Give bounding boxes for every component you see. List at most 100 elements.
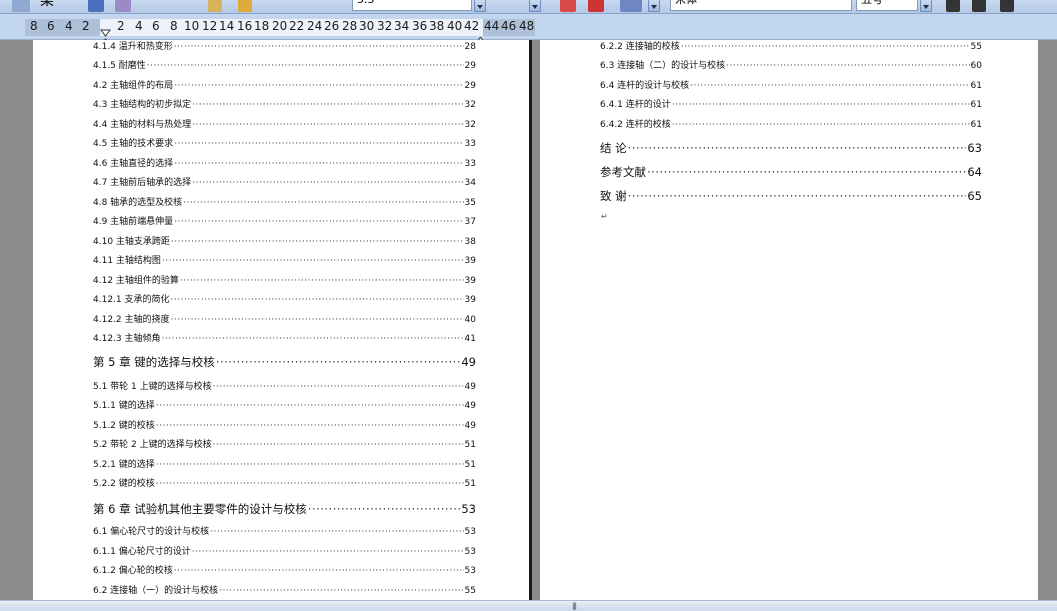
toc-entry-label: 4.1.4 温升和热变形 — [93, 42, 173, 52]
toc-entry[interactable]: 4.5 主轴的技术要求 33 — [93, 136, 476, 149]
style-menu-fragment[interactable]: 柔 — [40, 0, 66, 12]
bold-icon[interactable] — [946, 0, 960, 12]
toc-entry[interactable]: 4.10 主轴支承跨距 38 — [93, 234, 476, 247]
ruler-number: 20 — [272, 19, 288, 33]
toc-entry[interactable]: 结 论 63 — [600, 140, 982, 156]
toc-page-number: 32 — [464, 100, 476, 110]
scrollbar-grip-icon[interactable]: ||| — [568, 603, 580, 610]
toc-entry-label: 5.1.1 键的选择 — [93, 401, 155, 411]
undo-icon[interactable] — [208, 0, 222, 12]
toc-leader-dots — [628, 141, 967, 155]
underline-icon[interactable] — [1000, 0, 1014, 12]
ruler-number: 2 — [82, 19, 90, 33]
toc-entry[interactable]: 4.2 主轴组件的布局 29 — [93, 78, 476, 91]
toc-entry[interactable]: 6.3 连接轴（二）的设计与校核 60 — [600, 58, 982, 71]
toc-leader-dots — [690, 81, 969, 91]
acrobat-icon[interactable] — [588, 0, 604, 12]
toc-entry[interactable]: 第 6 章 试验机其他主要零件的设计与校核 53 — [93, 501, 476, 517]
toc-entry[interactable]: 6.4.2 连杆的校核 61 — [600, 117, 982, 130]
toc-entry[interactable]: 6.1.1 偏心轮尺寸的设计 53 — [93, 544, 476, 557]
ruler-number: 4 — [135, 19, 143, 33]
toc-leader-dots — [156, 479, 464, 489]
toc-entry[interactable]: 5.1.1 键的选择 49 — [93, 398, 476, 411]
ruler-number: 34 — [394, 19, 410, 33]
toc-page-number: 64 — [967, 165, 982, 179]
toc-page-number: 33 — [464, 139, 476, 149]
formatting-toolbar: 柔 5.5 宋体 五号 — [0, 0, 1057, 14]
document-workspace[interactable]: 4.1.4 温升和热变形28 4.1.5 耐磨性29 4.2 主轴组件的布局29 4.… — [0, 40, 1057, 600]
format-painter-icon[interactable] — [115, 0, 131, 12]
toc-leader-dots — [180, 276, 464, 286]
document-page-right[interactable]: ↵ 6.2.2 连接轴的校核 55 6.3 连接轴（二）的设计与校核 60 6.4 连杆… — [540, 40, 1038, 600]
toc-entry[interactable]: 4.12.3 主轴倾角 41 — [93, 331, 476, 344]
toc-leader-dots — [219, 586, 463, 596]
toc-entry[interactable]: 6.2.2 连接轴的校核 55 — [600, 39, 982, 52]
toc-entry[interactable]: 6.4 连杆的设计与校核 61 — [600, 78, 982, 91]
toc-page-number: 53 — [461, 502, 476, 516]
style-dropdown-icon[interactable] — [529, 0, 541, 12]
toc-leader-dots — [171, 237, 464, 247]
horizontal-ruler[interactable]: 8 6 4 2 2 4 6 8 10 12 14 16 18 20 22 24 … — [0, 14, 1057, 53]
toc-entry[interactable]: 4.9 主轴前端悬伸量 37 — [93, 214, 476, 227]
toc-entry[interactable]: 5.2 带轮 2 上键的选择与校核 51 — [93, 437, 476, 450]
font-size-dropdown-icon[interactable] — [920, 0, 932, 12]
italic-icon[interactable] — [972, 0, 986, 12]
toc-leader-dots — [192, 120, 463, 130]
toc-page-number: 49 — [464, 382, 476, 392]
toc-entry-label: 致 谢 — [600, 189, 627, 203]
toc-entry[interactable]: 4.11 主轴结构图 39 — [93, 253, 476, 266]
font-name-combo[interactable]: 宋体 — [670, 0, 852, 11]
toc-leader-dots — [672, 120, 970, 130]
toc-page-number: 53 — [464, 527, 476, 537]
toc-entry[interactable]: 4.8 轴承的选型及校核 35 — [93, 195, 476, 208]
toc-entry[interactable]: 4.4 主轴的材料与热处理 32 — [93, 117, 476, 130]
toc-leader-dots — [192, 100, 463, 110]
ruler-number: 22 — [289, 19, 305, 33]
horizontal-scrollbar[interactable]: ||| — [0, 600, 1057, 611]
toc-entry[interactable]: 5.2.1 键的选择 51 — [93, 457, 476, 470]
zoom-combo[interactable]: 5.5 — [352, 0, 472, 11]
toc-entry-label: 4.12.1 支承的简化 — [93, 295, 170, 305]
toc-entry[interactable]: 6.1.2 偏心轮的校核 53 — [93, 563, 476, 576]
font-size-combo[interactable]: 五号 — [856, 0, 918, 11]
document-page-left[interactable]: 4.1.4 温升和热变形28 4.1.5 耐磨性29 4.2 主轴组件的布局29 4.… — [33, 40, 529, 600]
toc-leader-dots — [672, 100, 970, 110]
toc-entry[interactable]: 4.12 主轴组件的验算 39 — [93, 273, 476, 286]
toc-page-number: 39 — [464, 295, 476, 305]
toc-entry[interactable]: 5.1.2 键的校核 49 — [93, 418, 476, 431]
toc-page-number: 51 — [464, 440, 476, 450]
toc-entry[interactable]: 6.1 偏心轮尺寸的设计与校核 53 — [93, 524, 476, 537]
insert-dropdown-icon[interactable] — [648, 0, 660, 12]
toc-entry-label: 5.2.2 键的校核 — [93, 479, 155, 489]
ruler-number: 14 — [219, 19, 235, 33]
toc-entry[interactable]: 6.2 连接轴（一）的设计与校核 55 — [93, 583, 476, 596]
toc-entry[interactable]: 5.2.2 键的校核 51 — [93, 476, 476, 489]
toc-entry[interactable]: 第 5 章 键的选择与校核 49 — [93, 354, 476, 370]
toc-entry-label: 6.3 连接轴（二）的设计与校核 — [600, 61, 726, 71]
toc-entry[interactable]: 6.4.1 连杆的设计 61 — [600, 97, 982, 110]
toc-entry-label: 参考文献 — [600, 165, 646, 179]
toc-entry-label: 4.6 主轴直径的选择 — [93, 159, 174, 169]
print-preview-icon[interactable] — [12, 0, 30, 12]
toc-entry-label: 4.7 主轴前后轴承的选择 — [93, 178, 192, 188]
paste-icon[interactable] — [88, 0, 104, 12]
toc-entry[interactable]: 4.6 主轴直径的选择 33 — [93, 156, 476, 169]
redo-icon[interactable] — [238, 0, 252, 12]
zoom-dropdown-icon[interactable] — [474, 0, 486, 12]
toc-entry[interactable]: 参考文献 64 — [600, 164, 982, 180]
insert-icon[interactable] — [620, 0, 642, 12]
toc-entry[interactable]: 致 谢 65 — [600, 188, 982, 204]
toc-entry[interactable]: 4.7 主轴前后轴承的选择 34 — [93, 175, 476, 188]
toc-page-number: 33 — [464, 159, 476, 169]
toc-leader-dots — [156, 421, 464, 431]
toc-entry[interactable]: 4.1.4 温升和热变形 28 — [93, 39, 476, 52]
toc-entry[interactable]: 4.3 主轴结构的初步拟定 32 — [93, 97, 476, 110]
toc-entry-label: 5.1.2 键的校核 — [93, 421, 155, 431]
toc-entry[interactable]: 4.1.5 耐磨性 29 — [93, 58, 476, 71]
toc-entry-label: 4.5 主轴的技术要求 — [93, 139, 174, 149]
toc-entry[interactable]: 5.1 带轮 1 上键的选择与校核 49 — [93, 379, 476, 392]
toc-entry[interactable]: 4.12.1 支承的简化 39 — [93, 292, 476, 305]
pdf-icon[interactable] — [560, 0, 576, 12]
toc-entry[interactable]: 4.12.2 主轴的挠度 40 — [93, 312, 476, 325]
toc-leader-dots — [192, 178, 463, 188]
